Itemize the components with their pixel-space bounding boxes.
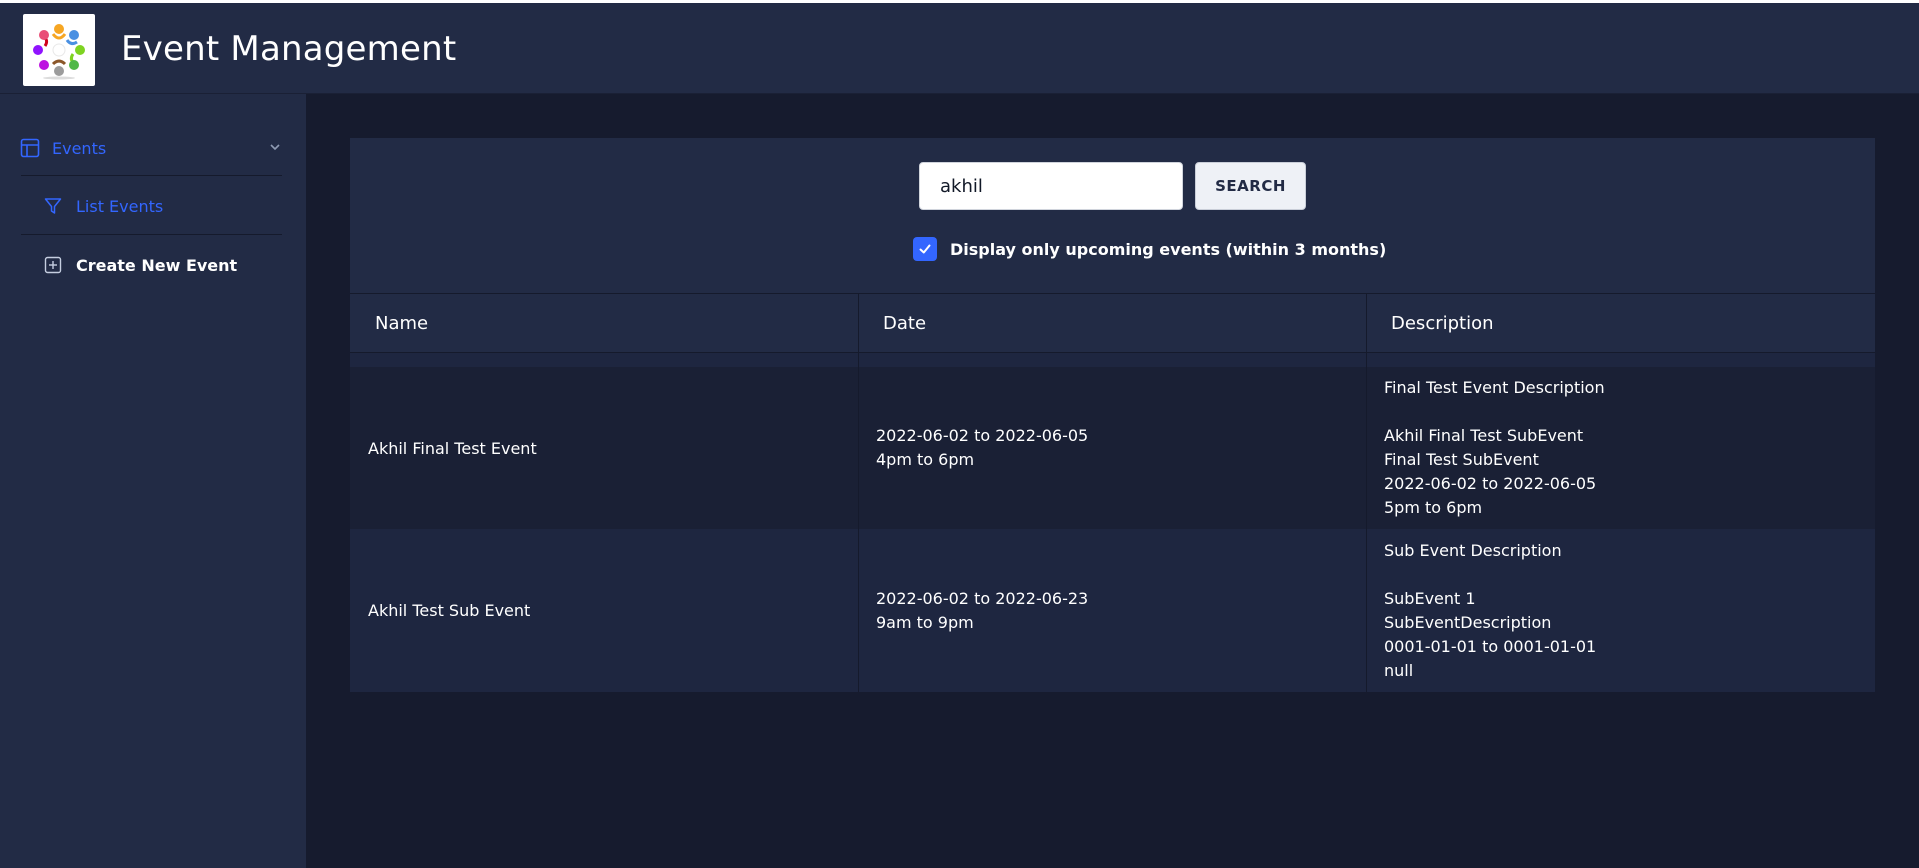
plus-square-icon bbox=[44, 256, 62, 274]
top-bar: Event Management bbox=[0, 0, 1919, 94]
table-row[interactable]: Akhil Final Test Event 2022-06-02 to 202… bbox=[350, 367, 1875, 529]
event-date: 2022-06-02 to 2022-06-05 4pm to 6pm bbox=[876, 367, 1356, 529]
sidebar-item-events[interactable]: Events bbox=[20, 134, 282, 162]
event-name: Akhil Test Sub Event bbox=[368, 601, 531, 620]
event-name: Akhil Final Test Event bbox=[368, 438, 537, 458]
description-line: SubEventDescription bbox=[1384, 612, 1552, 632]
event-description: Final Test Event Description Akhil Final… bbox=[1384, 367, 1864, 529]
upcoming-filter: Display only upcoming events (within 3 m… bbox=[913, 237, 1386, 261]
description-line: Sub Event Description bbox=[1384, 540, 1562, 560]
chevron-down-icon[interactable] bbox=[268, 140, 282, 154]
table-spacer-row bbox=[350, 353, 1875, 367]
sidebar-item-list-events[interactable]: List Events bbox=[44, 192, 163, 220]
column-header-description[interactable]: Description bbox=[1366, 294, 1875, 352]
people-circle-logo-icon bbox=[33, 24, 85, 80]
filter-icon bbox=[44, 197, 62, 215]
description-line: 0001-01-01 to 0001-01-01 bbox=[1384, 636, 1597, 656]
event-date-range: 2022-06-02 to 2022-06-23 bbox=[876, 588, 1089, 608]
app-logo[interactable] bbox=[23, 14, 95, 86]
search-input[interactable] bbox=[919, 162, 1183, 210]
upcoming-checkbox-label: Display only upcoming events (within 3 m… bbox=[950, 239, 1387, 259]
event-date-range: 2022-06-02 to 2022-06-05 bbox=[876, 426, 1089, 445]
event-description: Sub Event Description SubEvent 1 SubEven… bbox=[1384, 529, 1864, 692]
sidebar-item-create-new-event-label: Create New Event bbox=[76, 255, 238, 275]
upcoming-checkbox[interactable] bbox=[913, 237, 937, 261]
event-date: 2022-06-02 to 2022-06-23 9am to 9pm bbox=[876, 529, 1356, 692]
description-line: null bbox=[1384, 660, 1414, 680]
sidebar-divider bbox=[21, 175, 282, 176]
events-card: SEARCH Display only upcoming events (wit… bbox=[350, 138, 1875, 692]
sidebar-item-events-label: Events bbox=[52, 138, 107, 158]
description-line: 2022-06-02 to 2022-06-05 bbox=[1384, 474, 1597, 493]
description-line: 5pm to 6pm bbox=[1384, 498, 1483, 517]
table-header: Name Date Description bbox=[350, 293, 1875, 353]
description-line: Final Test Event Description bbox=[1384, 378, 1605, 397]
checkmark-icon bbox=[919, 244, 931, 254]
table-layout-icon bbox=[20, 138, 40, 158]
sidebar-item-list-events-label: List Events bbox=[76, 196, 164, 216]
sidebar: Events List Events Create New Event bbox=[0, 94, 306, 868]
sidebar-item-create-new-event[interactable]: Create New Event bbox=[44, 251, 237, 279]
column-header-date[interactable]: Date bbox=[858, 294, 1366, 352]
description-line: Final Test SubEvent bbox=[1384, 450, 1539, 469]
search-button[interactable]: SEARCH bbox=[1195, 162, 1306, 210]
app-title: Event Management bbox=[121, 29, 457, 69]
description-line: Akhil Final Test SubEvent bbox=[1384, 426, 1584, 445]
event-time-range: 4pm to 6pm bbox=[876, 450, 975, 469]
column-divider bbox=[1366, 293, 1367, 692]
column-header-name[interactable]: Name bbox=[350, 294, 858, 352]
event-time-range: 9am to 9pm bbox=[876, 612, 974, 632]
sidebar-divider bbox=[21, 234, 282, 235]
table-row[interactable]: Akhil Test Sub Event 2022-06-02 to 2022-… bbox=[350, 529, 1875, 692]
column-divider bbox=[858, 293, 859, 692]
description-line: SubEvent 1 bbox=[1384, 588, 1476, 608]
